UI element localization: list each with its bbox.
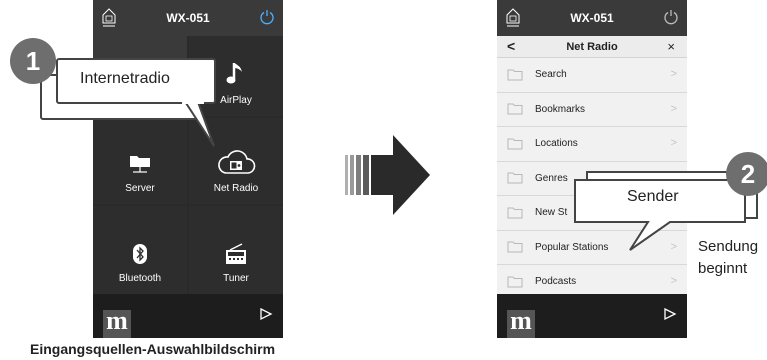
play-icon[interactable] bbox=[663, 307, 677, 321]
list-item-bookmarks[interactable]: Bookmarks > bbox=[497, 92, 687, 127]
chevron-right-icon: > bbox=[670, 102, 677, 115]
bottom-bar: m bbox=[93, 294, 283, 338]
tile-bluetooth[interactable]: Bluetooth bbox=[93, 206, 187, 294]
tile-label: Bluetooth bbox=[118, 273, 162, 284]
home-logo-icon bbox=[506, 8, 520, 27]
back-icon[interactable]: < bbox=[507, 38, 515, 54]
tile-server[interactable]: Server bbox=[93, 118, 187, 204]
step-badge: 2 bbox=[726, 152, 767, 196]
list-item-label: Genres bbox=[535, 172, 568, 184]
folder-icon bbox=[507, 172, 523, 184]
note-line: beginnt bbox=[698, 260, 748, 277]
device-title: WX-051 bbox=[570, 11, 614, 25]
callout-text: Sender bbox=[627, 188, 679, 205]
close-icon[interactable]: × bbox=[667, 39, 675, 54]
step-badge: 1 bbox=[10, 38, 56, 84]
app-logo-icon[interactable]: m bbox=[103, 308, 131, 338]
chevron-right-icon: > bbox=[670, 275, 677, 287]
tile-label: Server bbox=[125, 183, 155, 194]
list-item-locations[interactable]: Locations > bbox=[497, 127, 687, 162]
folder-icon bbox=[507, 69, 523, 81]
cloud-radio-icon bbox=[218, 150, 256, 174]
note-line: Sendung bbox=[698, 238, 759, 255]
folder-icon bbox=[507, 241, 523, 253]
play-icon[interactable] bbox=[259, 307, 273, 321]
device-title: WX-051 bbox=[166, 11, 210, 25]
music-note-icon bbox=[226, 63, 242, 84]
playback-note: Sendung beginnt bbox=[698, 236, 758, 280]
input-source-screen: WX-051 AirPlay Server Net Radio Bluetoot… bbox=[93, 0, 283, 338]
nav-title: Net Radio bbox=[566, 40, 618, 53]
bottom-bar: m bbox=[497, 294, 687, 338]
list-item-label: Bookmarks bbox=[535, 103, 586, 115]
folder-icon bbox=[507, 207, 523, 219]
folder-icon bbox=[507, 103, 523, 115]
list-item-label: Podcasts bbox=[535, 276, 577, 288]
power-icon[interactable] bbox=[259, 9, 275, 25]
folder-icon bbox=[507, 276, 523, 288]
tile-label: AirPlay bbox=[220, 95, 252, 106]
folder-server-icon bbox=[130, 156, 150, 173]
list-item-label: Search bbox=[535, 69, 567, 81]
title-bar: WX-051 bbox=[93, 0, 283, 36]
app-logo-icon[interactable]: m bbox=[507, 308, 535, 338]
home-logo-icon bbox=[102, 8, 116, 27]
tile-label: Net Radio bbox=[213, 183, 259, 194]
nav-bar: < Net Radio × bbox=[497, 36, 687, 58]
list-item-label: New St bbox=[535, 207, 568, 219]
arrow-right-icon bbox=[345, 135, 430, 215]
bluetooth-icon bbox=[133, 244, 147, 264]
callout-internetradio: Internetradio bbox=[56, 58, 216, 104]
chevron-right-icon: > bbox=[670, 137, 677, 149]
callout-text: Internetradio bbox=[80, 70, 170, 87]
callout-pointer bbox=[182, 100, 215, 147]
list-item-label: Locations bbox=[535, 138, 578, 150]
tile-tuner[interactable]: Tuner bbox=[189, 206, 283, 294]
screen-caption: Eingangsquellen-Auswahlbildschirm bbox=[30, 341, 276, 357]
tile-label: Tuner bbox=[223, 273, 249, 284]
chevron-right-icon: > bbox=[670, 68, 677, 80]
folder-icon bbox=[507, 138, 523, 150]
list-item-search[interactable]: Search > bbox=[497, 58, 687, 93]
title-bar: WX-051 bbox=[497, 0, 687, 36]
power-icon[interactable] bbox=[663, 9, 679, 25]
radio-icon bbox=[226, 243, 246, 264]
